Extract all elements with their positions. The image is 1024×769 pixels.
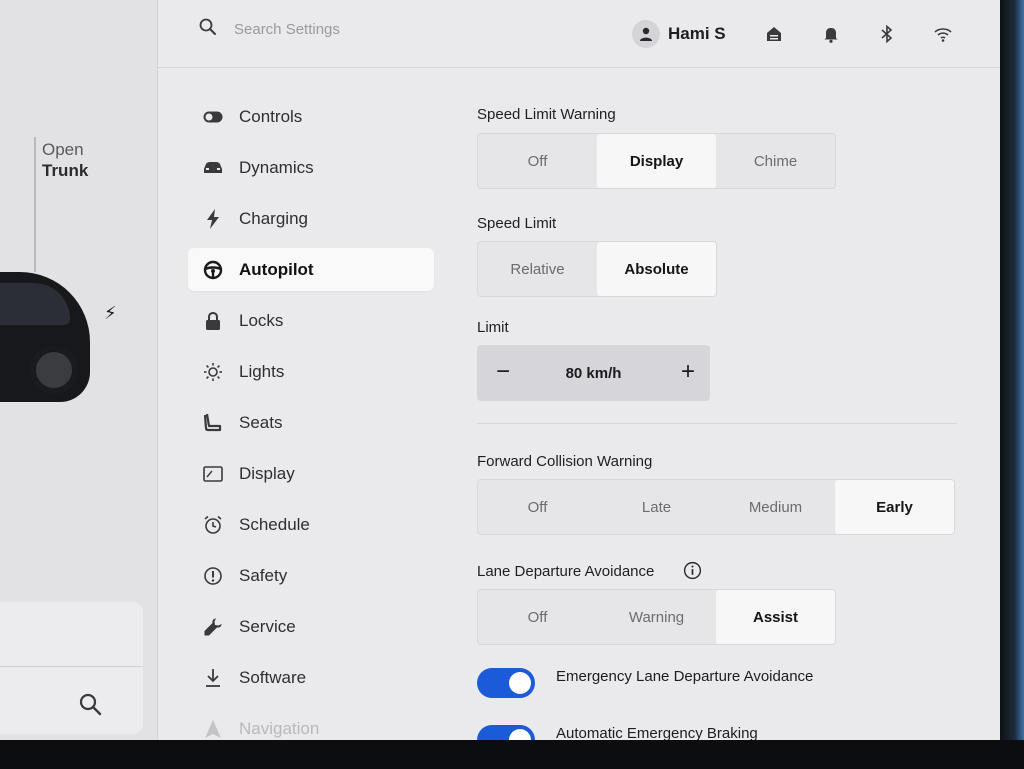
info-icon[interactable] — [683, 561, 702, 580]
speed-limit-option-relative[interactable]: Relative — [478, 242, 597, 296]
sidebar-item-service[interactable]: Service — [188, 605, 434, 648]
settings-screen: Open Trunk ⚡ Hami — [0, 0, 1000, 740]
panel-divider — [0, 666, 143, 667]
lda-option-assist[interactable]: Assist — [716, 590, 835, 644]
sidebar-item-schedule[interactable]: Schedule — [188, 503, 434, 546]
trunk-divider — [34, 137, 36, 272]
sidebar-item-label: Safety — [239, 565, 288, 585]
decrease-limit-button[interactable]: − — [489, 359, 517, 387]
speed-limit-warning-option-off[interactable]: Off — [478, 134, 597, 188]
download-icon — [202, 667, 224, 689]
top-bar: Hami S — [158, 0, 1000, 68]
sidebar-item-safety[interactable]: Safety — [188, 554, 434, 597]
sidebar-item-label: Dynamics — [239, 157, 314, 177]
sidebar-item-lights[interactable]: Lights — [188, 350, 434, 393]
car-pane: Open Trunk ⚡ — [0, 0, 158, 740]
sidebar-item-label: Seats — [239, 412, 283, 432]
speed-limit-option-absolute[interactable]: Absolute — [597, 242, 716, 296]
lda-option-off[interactable]: Off — [478, 590, 597, 644]
sidebar-item-label: Software — [239, 667, 307, 687]
sidebar-item-dynamics[interactable]: Dynamics — [188, 146, 434, 189]
settings-sidebar: Controls Dynamics Charging Autopilot Loc… — [188, 95, 434, 740]
sidebar-item-display[interactable]: Display — [188, 452, 434, 495]
lda-option-warning[interactable]: Warning — [597, 590, 716, 644]
alarm-clock-icon — [202, 514, 224, 536]
lock-icon — [202, 310, 224, 332]
avatar — [632, 20, 660, 48]
section-divider — [477, 423, 957, 424]
toggle-knob — [509, 729, 531, 740]
sidebar-item-label: Schedule — [239, 514, 310, 534]
speed-limit-selector: Relative Absolute — [477, 241, 717, 297]
seat-icon — [202, 412, 224, 434]
charge-port-bolt-icon[interactable]: ⚡ — [104, 303, 117, 324]
fcw-option-medium[interactable]: Medium — [716, 480, 835, 534]
search-icon[interactable] — [198, 17, 218, 37]
sidebar-item-locks[interactable]: Locks — [188, 299, 434, 342]
screen-bezel-bottom — [0, 740, 1024, 769]
sidebar-item-controls[interactable]: Controls — [188, 95, 434, 138]
sidebar-item-label: Service — [239, 616, 296, 636]
forward-collision-warning-label: Forward Collision Warning — [477, 453, 653, 470]
lane-departure-avoidance-label: Lane Departure Avoidance — [477, 563, 655, 580]
wrench-icon — [202, 616, 224, 638]
sidebar-item-label: Lights — [239, 361, 285, 381]
bell-icon[interactable] — [821, 24, 841, 44]
user-profile-button[interactable]: Hami S — [632, 19, 726, 49]
fcw-option-late[interactable]: Late — [597, 480, 716, 534]
automatic-emergency-braking-toggle[interactable] — [477, 725, 535, 740]
fcw-option-off[interactable]: Off — [478, 480, 597, 534]
sidebar-item-autopilot[interactable]: Autopilot — [188, 248, 434, 291]
sidebar-item-navigation[interactable]: Navigation — [188, 707, 434, 740]
wifi-icon[interactable] — [933, 24, 953, 44]
emergency-lane-departure-toggle[interactable] — [477, 668, 535, 698]
alert-circle-icon — [202, 565, 224, 587]
speed-limit-warning-label: Speed Limit Warning — [477, 106, 616, 123]
trunk-label-line2: Trunk — [42, 161, 89, 180]
car-wheel — [30, 346, 78, 394]
sidebar-item-label: Controls — [239, 106, 303, 126]
open-trunk-button[interactable]: Open Trunk — [42, 139, 88, 181]
sidebar-item-label: Locks — [239, 310, 284, 330]
emergency-lane-departure-label: Emergency Lane Departure Avoidance — [556, 668, 814, 685]
sidebar-item-seats[interactable]: Seats — [188, 401, 434, 444]
lane-departure-avoidance-selector: Off Warning Assist — [477, 589, 836, 645]
user-name: Hami S — [668, 24, 726, 43]
screen-bezel-right — [1000, 0, 1024, 769]
person-icon — [640, 27, 652, 41]
speed-limit-warning-option-chime[interactable]: Chime — [716, 134, 835, 188]
display-icon — [202, 463, 224, 485]
speed-limit-warning-selector: Off Display Chime — [477, 133, 836, 189]
speed-limit-warning-option-display[interactable]: Display — [597, 134, 716, 188]
toggle-knob — [509, 672, 531, 694]
car-icon — [202, 157, 224, 179]
toggle-icon — [202, 106, 224, 128]
sidebar-item-software[interactable]: Software — [188, 656, 434, 699]
sidebar-item-label: Charging — [239, 208, 308, 228]
car-bottom-panel — [0, 602, 143, 734]
speed-limit-stepper: − 80 km/h + — [477, 345, 710, 401]
sidebar-item-label: Autopilot — [239, 259, 314, 279]
sidebar-item-label: Navigation — [239, 718, 320, 738]
sun-icon — [202, 361, 224, 383]
automatic-emergency-braking-label: Automatic Emergency Braking — [556, 725, 758, 740]
forward-collision-warning-selector: Off Late Medium Early — [477, 479, 955, 535]
steering-wheel-icon — [202, 259, 224, 281]
navigation-icon — [202, 718, 224, 740]
search-settings-input[interactable] — [234, 17, 494, 41]
fcw-option-early[interactable]: Early — [835, 480, 954, 534]
trunk-label-line1: Open — [42, 140, 84, 159]
limit-label: Limit — [477, 319, 509, 336]
sidebar-item-charging[interactable]: Charging — [188, 197, 434, 240]
limit-value: 80 km/h — [565, 364, 622, 382]
search-icon[interactable] — [78, 692, 102, 716]
home-icon[interactable] — [764, 24, 784, 44]
increase-limit-button[interactable]: + — [674, 359, 702, 387]
speed-limit-label: Speed Limit — [477, 215, 557, 232]
sidebar-item-label: Display — [239, 463, 295, 483]
bluetooth-icon[interactable] — [877, 24, 897, 44]
bolt-icon — [202, 208, 224, 230]
